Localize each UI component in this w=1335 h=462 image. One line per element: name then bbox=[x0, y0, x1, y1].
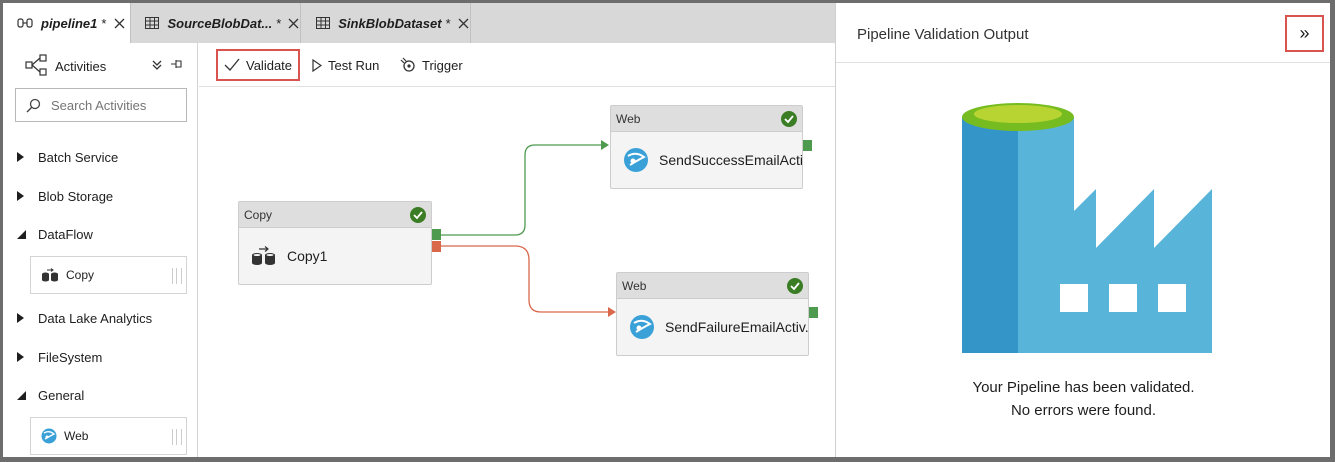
search-icon bbox=[26, 98, 41, 113]
category-dataflow[interactable]: DataFlow bbox=[17, 224, 93, 244]
node-name: SendSuccessEmailActi... bbox=[659, 152, 802, 168]
table-icon bbox=[315, 16, 330, 30]
caret-right-icon bbox=[17, 191, 27, 201]
category-data-lake-analytics[interactable]: Data Lake Analytics bbox=[17, 308, 152, 328]
node-type-label: Web bbox=[617, 273, 808, 299]
category-label: Blob Storage bbox=[38, 188, 114, 204]
copy-activity-node[interactable]: Copy Copy1 bbox=[238, 201, 432, 285]
validation-message-line2: No errors were found. bbox=[1010, 402, 1157, 419]
node-name: SendFailureEmailActiv... bbox=[665, 319, 808, 335]
web-activity-node-failure[interactable]: Web SendFailureEmailActiv... bbox=[616, 272, 809, 356]
web-icon bbox=[41, 428, 57, 444]
drag-handle[interactable] bbox=[172, 268, 182, 284]
collapse-panel-button[interactable]: » bbox=[1285, 15, 1324, 52]
web-failure-output-port[interactable] bbox=[809, 307, 818, 318]
category-label: Batch Service bbox=[38, 149, 119, 165]
category-general[interactable]: General bbox=[17, 385, 84, 405]
node-type-label: Copy bbox=[239, 202, 431, 228]
activities-header: Activities bbox=[3, 43, 198, 85]
success-connector bbox=[441, 144, 601, 236]
tab-pipeline1[interactable]: pipeline1 * bbox=[3, 3, 131, 43]
success-check-icon bbox=[787, 278, 803, 297]
caret-expanded-icon bbox=[17, 390, 27, 400]
caret-right-icon bbox=[17, 313, 27, 323]
category-batch-service[interactable]: Batch Service bbox=[17, 147, 118, 167]
close-icon[interactable] bbox=[457, 16, 470, 30]
trigger-icon bbox=[400, 57, 416, 73]
failure-arrowhead bbox=[608, 307, 616, 317]
collapse-all-icon[interactable] bbox=[151, 59, 163, 74]
copy-icon bbox=[251, 246, 277, 266]
category-label: FileSystem bbox=[38, 349, 103, 365]
tab-label: pipeline1 bbox=[41, 15, 98, 31]
caret-expanded-icon bbox=[17, 229, 27, 239]
activity-item-copy[interactable]: Copy bbox=[30, 256, 187, 294]
validation-message-line1: Your Pipeline has been validated. bbox=[972, 379, 1195, 396]
trigger-button[interactable]: Trigger bbox=[400, 49, 463, 81]
data-factory-illustration bbox=[962, 103, 1216, 356]
window-frame: pipeline1 * SourceBlobDat... * SinkBlobD… bbox=[3, 3, 1330, 457]
close-icon[interactable] bbox=[112, 16, 126, 30]
node-name: Copy1 bbox=[287, 248, 328, 264]
pipeline-icon bbox=[17, 16, 33, 30]
web-icon bbox=[623, 147, 649, 173]
category-label: Data Lake Analytics bbox=[38, 310, 153, 326]
table-icon bbox=[145, 16, 160, 30]
close-icon[interactable] bbox=[287, 16, 300, 30]
failure-output-port[interactable] bbox=[432, 241, 441, 252]
search-activities-box[interactable] bbox=[15, 88, 187, 122]
pipeline-toolbar: Validate Test Run Trigger bbox=[199, 43, 835, 87]
drag-handle[interactable] bbox=[172, 429, 182, 445]
test-run-label: Test Run bbox=[328, 57, 380, 73]
modified-marker: * bbox=[445, 15, 451, 31]
validation-title: Pipeline Validation Output bbox=[857, 26, 1029, 43]
pin-icon[interactable] bbox=[170, 58, 184, 73]
tab-strip: pipeline1 * SourceBlobDat... * SinkBlobD… bbox=[3, 3, 835, 43]
copy-icon bbox=[41, 268, 59, 282]
tab-label: SourceBlobDat... bbox=[167, 15, 273, 31]
category-label: General bbox=[38, 387, 85, 403]
category-blob-storage[interactable]: Blob Storage bbox=[17, 186, 113, 206]
validation-output-panel: Pipeline Validation Output » Your Pipeli… bbox=[835, 3, 1330, 457]
activities-icon bbox=[25, 54, 47, 79]
category-label: DataFlow bbox=[38, 226, 93, 242]
validate-button[interactable]: Validate bbox=[216, 49, 300, 81]
play-icon bbox=[312, 58, 322, 72]
caret-right-icon bbox=[17, 152, 27, 162]
tab-label: SinkBlobDataset bbox=[338, 15, 442, 31]
test-run-button[interactable]: Test Run bbox=[312, 49, 379, 81]
trigger-label: Trigger bbox=[422, 57, 463, 73]
web-icon bbox=[629, 314, 655, 340]
web-success-output-port[interactable] bbox=[803, 140, 812, 151]
modified-marker: * bbox=[276, 15, 282, 31]
success-check-icon bbox=[781, 111, 797, 130]
caret-right-icon bbox=[17, 352, 27, 362]
failure-connector bbox=[441, 245, 608, 313]
activities-panel: Activities Batch Service Blob Storage Da… bbox=[3, 43, 198, 457]
checkmark-icon bbox=[224, 58, 240, 72]
category-filesystem[interactable]: FileSystem bbox=[17, 347, 102, 367]
web-activity-node-success[interactable]: Web SendSuccessEmailActi... bbox=[610, 105, 803, 189]
pipeline-canvas[interactable]: Copy Copy1 Web SendSuccessEmailActi... W… bbox=[199, 87, 835, 457]
activity-item-label: Copy bbox=[66, 268, 95, 282]
activity-item-web[interactable]: Web bbox=[30, 417, 187, 455]
validate-label: Validate bbox=[246, 57, 293, 73]
validation-header: Pipeline Validation Output » bbox=[836, 3, 1330, 63]
tab-sinkblobdataset[interactable]: SinkBlobDataset * bbox=[301, 3, 471, 43]
success-output-port[interactable] bbox=[432, 229, 441, 240]
search-activities-input[interactable] bbox=[51, 97, 181, 113]
success-check-icon bbox=[410, 207, 426, 226]
tab-sourceblobdataset[interactable]: SourceBlobDat... * bbox=[131, 3, 301, 43]
node-type-label: Web bbox=[611, 106, 802, 132]
activities-title: Activities bbox=[55, 59, 107, 74]
activity-item-label: Web bbox=[64, 429, 89, 443]
success-arrowhead bbox=[601, 140, 609, 150]
modified-marker: * bbox=[101, 15, 107, 31]
double-chevron-right-icon: » bbox=[1299, 23, 1310, 43]
